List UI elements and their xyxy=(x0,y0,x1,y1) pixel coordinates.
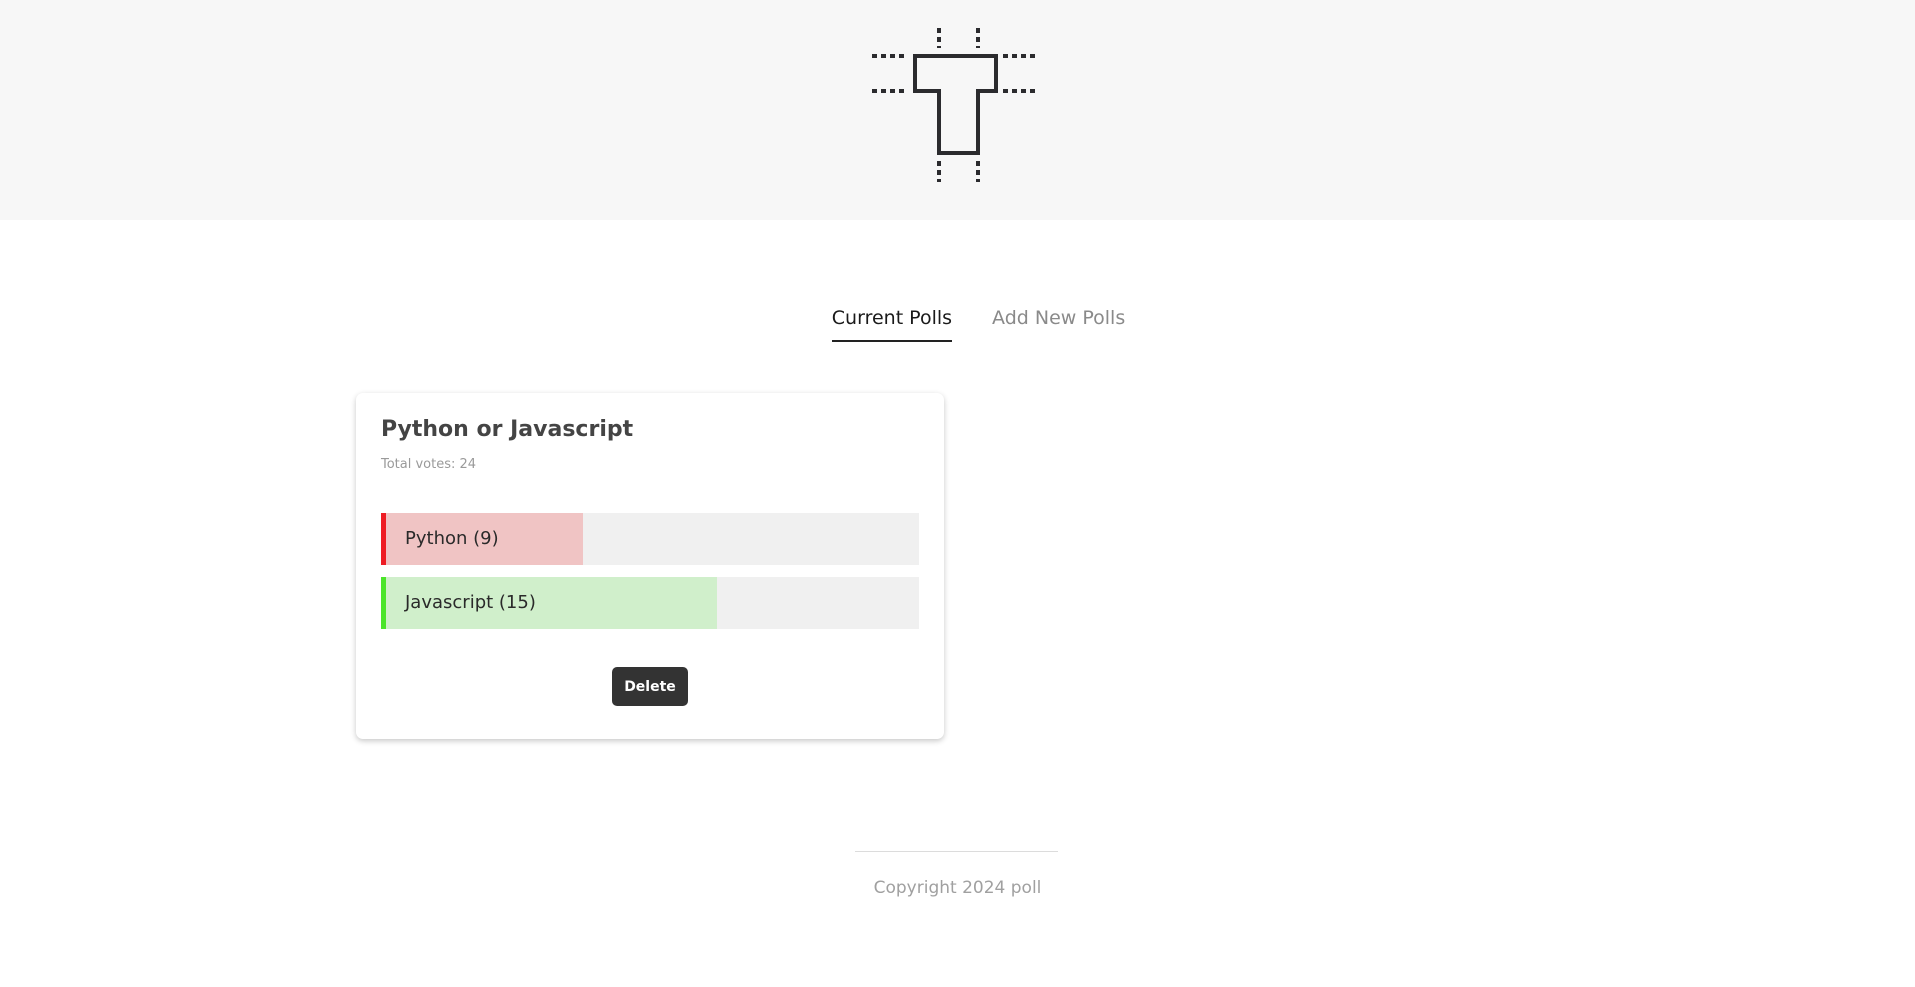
poll-card: Python or Javascript Total votes: 24 Pyt… xyxy=(356,393,944,739)
poll-option-label: Python (9) xyxy=(405,528,499,549)
tab-add-new-polls[interactable]: Add New Polls xyxy=(992,300,1125,342)
footer-divider xyxy=(855,851,1058,852)
footer-copyright: Copyright 2024 poll xyxy=(873,878,1042,898)
poll-total-votes: Total votes: 24 xyxy=(381,457,477,472)
poll-title: Python or Javascript xyxy=(381,417,634,442)
t-frame-logo-icon xyxy=(872,28,1038,182)
tab-current-polls[interactable]: Current Polls xyxy=(831,300,953,342)
poll-option-accent xyxy=(381,513,386,565)
delete-button[interactable]: Delete xyxy=(612,667,688,706)
poll-option-label: Javascript (15) xyxy=(405,592,536,613)
poll-option-accent xyxy=(381,577,386,629)
poll-option-javascript[interactable]: Javascript (15) xyxy=(381,577,919,629)
poll-tabs: Current Polls Add New Polls xyxy=(0,300,1915,344)
poll-option-python[interactable]: Python (9) xyxy=(381,513,919,565)
site-header xyxy=(0,0,1915,220)
